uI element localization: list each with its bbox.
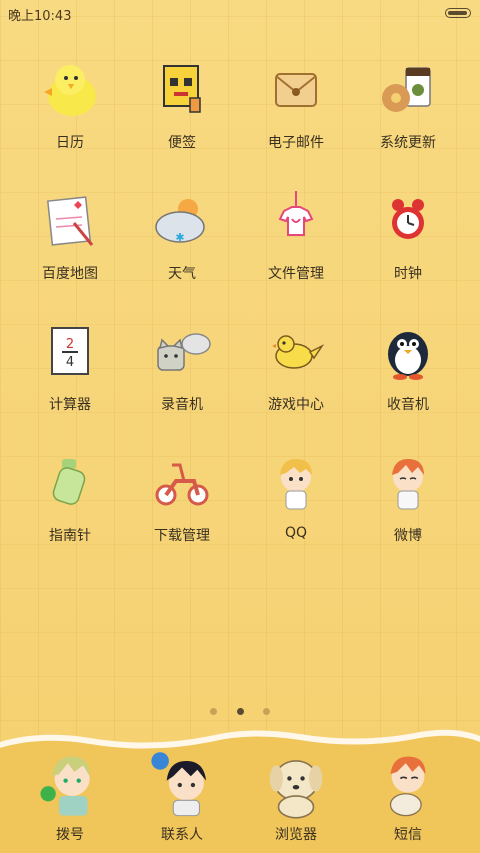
status-bar: 晚上10:43 xyxy=(0,0,480,26)
app-label: 指南针 xyxy=(49,528,91,544)
anime-boy-puppy-icon xyxy=(389,756,426,817)
dog-icon xyxy=(269,760,323,819)
app-download-manager[interactable]: 下载管理 xyxy=(126,451,238,545)
calculator-icon: 2 4 xyxy=(51,327,89,375)
app-label: 系统更新 xyxy=(380,135,436,151)
alarm-clock-icon xyxy=(392,199,424,239)
app-notes[interactable]: 便签 xyxy=(126,58,238,152)
chick-icon xyxy=(44,65,96,116)
app-label: 微博 xyxy=(394,528,422,544)
app-qq[interactable]: QQ xyxy=(240,451,352,541)
app-clock[interactable]: 时钟 xyxy=(352,189,464,283)
app-label: 计算器 xyxy=(49,397,91,413)
app-file-manager[interactable]: 文件管理 xyxy=(240,189,352,283)
anime-boy-green-icon xyxy=(40,756,90,816)
app-baidu-map[interactable]: 百度地图 xyxy=(14,189,126,283)
app-label: 游戏中心 xyxy=(268,397,324,413)
dock-app-contacts[interactable]: 联系人 xyxy=(126,750,238,844)
app-weibo[interactable]: 微博 xyxy=(352,451,464,545)
app-email[interactable]: 电子邮件 xyxy=(240,58,352,152)
app-label: 下载管理 xyxy=(154,528,210,544)
dock-app-messages[interactable]: 短信 xyxy=(352,750,464,844)
page-dot[interactable] xyxy=(210,708,218,715)
bird-icon xyxy=(272,335,325,369)
cat-speech-icon xyxy=(157,333,211,371)
app-calculator[interactable]: 2 4 计算器 xyxy=(14,320,126,414)
anime-boy-blonde-icon xyxy=(280,459,312,510)
battery-icon xyxy=(445,8,471,18)
app-recorder[interactable]: 录音机 xyxy=(126,320,238,414)
page-dot[interactable] xyxy=(262,708,270,715)
page-indicator[interactable] xyxy=(0,700,480,719)
envelope-icon xyxy=(275,73,317,107)
dock-label: 拨号 xyxy=(56,827,84,843)
app-label: 收音机 xyxy=(387,397,429,413)
status-time: 晚上10:43 xyxy=(8,9,72,24)
app-system-update[interactable]: 系统更新 xyxy=(352,58,464,152)
app-label: 便签 xyxy=(168,135,196,151)
anime-boy-dark-icon xyxy=(151,752,207,817)
love-note-icon xyxy=(46,196,94,246)
page-dot-active[interactable] xyxy=(236,708,244,715)
cloud-sun-icon: ✱ xyxy=(155,199,205,244)
app-game-center[interactable]: 游戏中心 xyxy=(240,320,352,414)
notepad-icon xyxy=(163,65,201,113)
app-weather[interactable]: ✱ 天气 xyxy=(126,189,238,283)
shirt-tag-icon xyxy=(278,191,314,236)
app-calendar[interactable]: 日历 xyxy=(14,58,126,152)
dock-app-dialer[interactable]: 拨号 xyxy=(14,750,126,844)
app-label: 录音机 xyxy=(161,397,203,413)
app-compass[interactable]: 指南针 xyxy=(14,451,126,545)
app-label: QQ xyxy=(284,525,308,541)
dock-label: 联系人 xyxy=(161,827,203,843)
anime-boy-orange-icon xyxy=(392,459,424,510)
app-label: 百度地图 xyxy=(42,266,98,282)
svg-text:✱: ✱ xyxy=(175,231,184,244)
app-label: 天气 xyxy=(168,266,196,282)
svg-text:4: 4 xyxy=(66,355,74,370)
bottle-icon xyxy=(52,459,86,505)
penguin-icon xyxy=(388,332,428,380)
dock-app-browser[interactable]: 浏览器 xyxy=(240,750,352,844)
app-label: 电子邮件 xyxy=(268,135,324,151)
coffee-donut-icon xyxy=(382,67,431,112)
app-label: 文件管理 xyxy=(268,266,324,282)
app-label: 时钟 xyxy=(394,266,422,282)
scooter-icon xyxy=(155,463,209,506)
svg-text:2: 2 xyxy=(66,337,74,352)
app-radio[interactable]: 收音机 xyxy=(352,320,464,414)
app-label: 日历 xyxy=(56,135,84,151)
dock-label: 短信 xyxy=(394,827,422,843)
dock: 拨号 联系人 浏览器 短信 xyxy=(0,720,480,853)
dock-label: 浏览器 xyxy=(275,827,317,843)
